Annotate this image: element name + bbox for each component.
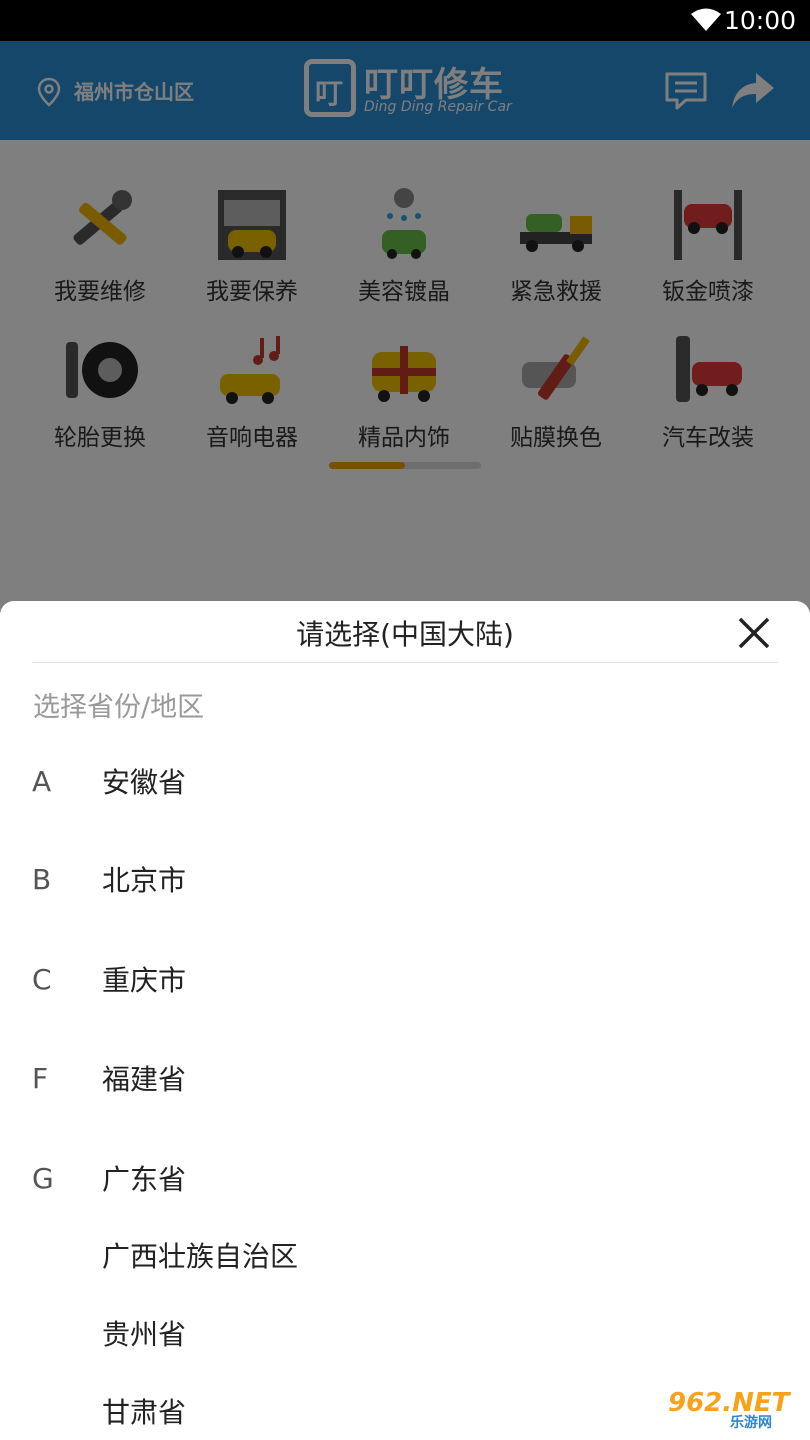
sheet-divider <box>32 662 778 663</box>
index-letter: F <box>32 1062 49 1095</box>
province-name: 甘肃省 <box>102 1396 187 1429</box>
status-time: 10:00 <box>723 6 796 35</box>
list-item[interactable]: C 重庆市 <box>0 939 810 1009</box>
list-item[interactable]: A 安徽省 <box>0 741 810 811</box>
list-item[interactable]: B 北京市 <box>0 839 810 909</box>
list-item[interactable]: G 广东省 <box>0 1138 810 1208</box>
watermark-sub: 乐游网 <box>730 1415 772 1431</box>
list-item[interactable]: F 福建省 <box>0 1038 810 1108</box>
list-item[interactable]: 广西壮族自治区 <box>0 1215 810 1285</box>
province-name: 重庆市 <box>102 964 187 997</box>
sheet-title: 请选择(中国大陆) <box>296 618 514 651</box>
list-item[interactable]: 贵州省 <box>0 1293 810 1363</box>
close-icon[interactable] <box>732 611 776 655</box>
status-bar: 10:00 <box>0 0 810 41</box>
wifi-icon <box>691 8 721 31</box>
index-letter: B <box>32 863 52 896</box>
index-letter: C <box>32 963 52 996</box>
province-name: 福建省 <box>102 1063 187 1096</box>
index-letter: A <box>32 765 52 798</box>
watermark-logo: 962.NET 乐游网 <box>668 1388 804 1434</box>
province-name: 北京市 <box>102 864 187 897</box>
province-selector-tab[interactable]: 选择省份/地区 <box>33 685 204 724</box>
region-picker-sheet: 请选择(中国大陆) 选择省份/地区 A 安徽省 B 北京市 C 重庆市 F 福建… <box>0 601 810 1440</box>
province-name: 广东省 <box>102 1163 187 1196</box>
province-name: 贵州省 <box>102 1318 187 1351</box>
index-letter: G <box>32 1162 54 1195</box>
province-name: 广西壮族自治区 <box>102 1240 299 1273</box>
province-name: 安徽省 <box>102 766 187 799</box>
